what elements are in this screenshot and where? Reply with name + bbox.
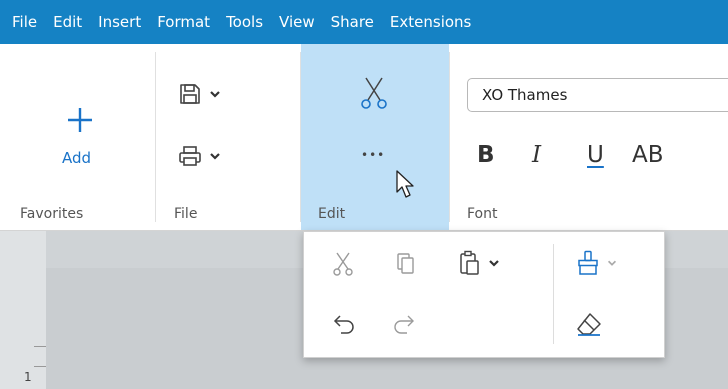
undo-icon <box>333 315 354 334</box>
chevron-down-icon <box>607 260 617 266</box>
chevron-down-icon <box>210 91 220 98</box>
bold-button[interactable]: B <box>477 142 495 168</box>
popup-format-painter-button[interactable] <box>576 250 618 276</box>
menu-edit[interactable]: Edit <box>45 0 90 44</box>
font-group: XO Thames B I U AB Font <box>450 44 728 230</box>
popup-undo-button[interactable] <box>332 312 356 334</box>
menu-file[interactable]: File <box>0 0 45 44</box>
plus-icon <box>68 108 92 132</box>
edit-group: ••• Edit <box>301 44 449 230</box>
format-painter-icon <box>578 250 598 275</box>
file-group-label: File <box>174 206 198 222</box>
underline-button[interactable]: U <box>587 142 604 168</box>
popup-cut-button[interactable] <box>332 252 354 276</box>
popup-paste-button[interactable] <box>459 250 501 276</box>
redo-icon <box>394 315 414 334</box>
menu-bar: File Edit Insert Format Tools View Share… <box>0 0 728 44</box>
edit-group-label: Edit <box>318 206 346 222</box>
menu-insert[interactable]: Insert <box>90 0 149 44</box>
paste-icon <box>460 250 479 275</box>
cursor-icon <box>396 170 414 198</box>
add-label: Add <box>62 149 92 167</box>
font-group-label: Font <box>467 206 498 222</box>
eraser-icon <box>577 313 601 336</box>
popup-clear-format-button[interactable] <box>576 312 602 336</box>
ruler-tick <box>34 366 46 367</box>
popup-copy-button[interactable] <box>396 252 416 276</box>
popup-redo-button[interactable] <box>392 312 416 334</box>
ribbon: Add Favorites File ••• Edit XO Thames B … <box>0 44 728 231</box>
chevron-down-icon <box>489 260 499 267</box>
cut-icon <box>333 252 353 276</box>
menu-tools[interactable]: Tools <box>218 0 271 44</box>
cut-button[interactable] <box>359 76 389 114</box>
chevron-down-icon <box>210 153 220 160</box>
font-name-field[interactable]: XO Thames <box>467 78 728 112</box>
ruler-tick <box>34 346 46 347</box>
save-button[interactable] <box>178 82 222 106</box>
edit-more-popup <box>303 231 665 358</box>
more-button[interactable]: ••• <box>361 148 385 162</box>
file-group: File <box>156 44 300 230</box>
menu-share[interactable]: Share <box>323 0 382 44</box>
print-icon <box>179 146 201 166</box>
menu-extensions[interactable]: Extensions <box>382 0 479 44</box>
copy-icon <box>397 253 414 274</box>
popup-divider <box>553 244 554 344</box>
caps-button[interactable]: AB <box>632 142 664 168</box>
ruler-number: 1 <box>24 370 32 384</box>
favorites-group-label: Favorites <box>20 206 84 222</box>
menu-format[interactable]: Format <box>149 0 218 44</box>
cut-icon <box>361 77 387 109</box>
menu-view[interactable]: View <box>271 0 323 44</box>
save-icon <box>180 84 200 104</box>
favorites-group: Add Favorites <box>0 44 155 230</box>
print-button[interactable] <box>178 144 222 168</box>
italic-button[interactable]: I <box>532 142 541 168</box>
